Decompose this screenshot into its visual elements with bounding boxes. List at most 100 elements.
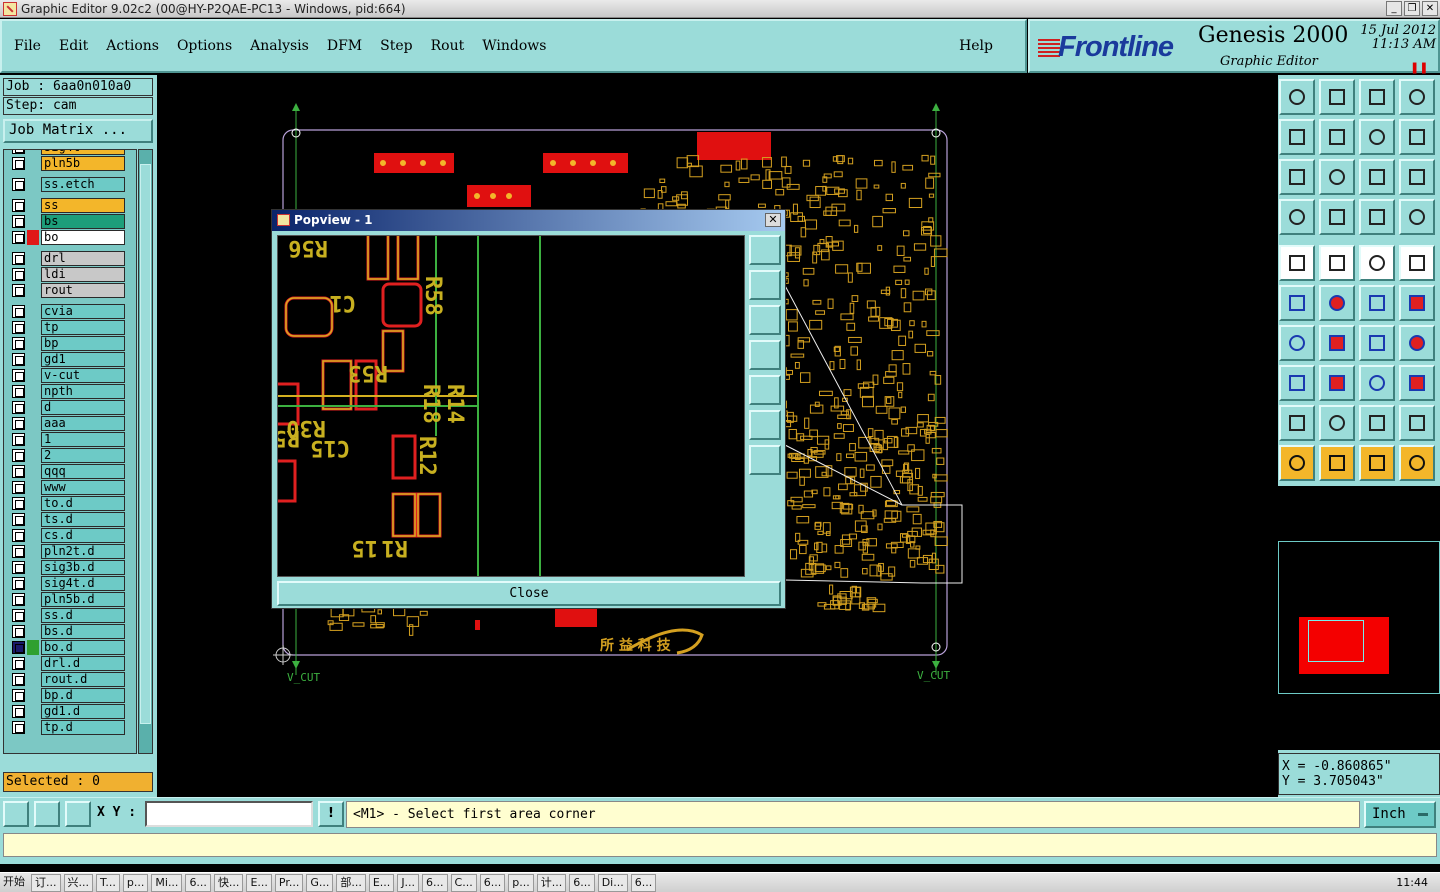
taskbar-item[interactable]: 6... bbox=[630, 873, 657, 892]
layer-row-gd1[interactable]: gd1 bbox=[4, 352, 136, 367]
layer-row-pln5b-d[interactable]: pln5b.d bbox=[4, 592, 136, 607]
pause-icon[interactable]: ❚❚ bbox=[1410, 61, 1428, 74]
zoom-fit-button[interactable] bbox=[1319, 79, 1355, 115]
layer-checkbox[interactable] bbox=[12, 215, 25, 228]
popview-pan-down-button[interactable] bbox=[749, 305, 781, 335]
a-arc-button[interactable] bbox=[1399, 405, 1435, 441]
layer-row-ts-d[interactable]: ts.d bbox=[4, 512, 136, 527]
layer-checkbox[interactable] bbox=[12, 369, 25, 382]
swap-button[interactable] bbox=[1359, 119, 1395, 155]
select-net-button[interactable] bbox=[1399, 445, 1435, 481]
layer-row-pln2t-d[interactable]: pln2t.d bbox=[4, 544, 136, 559]
taskbar-item[interactable]: 订... bbox=[31, 873, 61, 892]
slash-button[interactable] bbox=[1319, 325, 1355, 361]
layer-checkbox[interactable] bbox=[12, 268, 25, 281]
select-box-button[interactable] bbox=[1319, 445, 1355, 481]
scale-1-2-button[interactable] bbox=[1359, 159, 1395, 195]
layer-row-bp-d[interactable]: bp.d bbox=[4, 688, 136, 703]
menu-dfm[interactable]: DFM bbox=[327, 38, 362, 54]
a-button[interactable] bbox=[1319, 405, 1355, 441]
layer-row-aaa[interactable]: aaa bbox=[4, 416, 136, 431]
layer-row-qqq[interactable]: qqq bbox=[4, 464, 136, 479]
a-bold-button[interactable] bbox=[1359, 405, 1395, 441]
layer-checkbox[interactable] bbox=[12, 417, 25, 430]
triangle-button[interactable] bbox=[1279, 405, 1315, 441]
net-button[interactable] bbox=[1359, 199, 1395, 235]
menu-actions[interactable]: Actions bbox=[106, 38, 159, 54]
layer-checkbox[interactable] bbox=[12, 561, 25, 574]
popview-zoom-in-button[interactable] bbox=[749, 410, 781, 440]
taskbar-item[interactable]: 6... bbox=[569, 873, 595, 892]
split-button[interactable] bbox=[1399, 325, 1435, 361]
layer-row-www[interactable]: www bbox=[4, 480, 136, 495]
taskbar-item[interactable]: 6... bbox=[479, 873, 506, 892]
layer-checkbox[interactable] bbox=[12, 433, 25, 446]
layer-checkbox[interactable] bbox=[12, 593, 25, 606]
taskbar-item[interactable]: 快... bbox=[213, 873, 244, 892]
layer-checkbox[interactable] bbox=[12, 385, 25, 398]
layer-checkbox[interactable] bbox=[12, 721, 25, 734]
layer-checkbox[interactable] bbox=[12, 284, 25, 297]
layer-checkbox[interactable] bbox=[12, 465, 25, 478]
popview-canvas[interactable]: R56 C1 R58 R53 R56 C15 R30 R18 R14 R12 R… bbox=[277, 235, 745, 577]
layer-checkbox[interactable] bbox=[12, 353, 25, 366]
layer-checkbox[interactable] bbox=[12, 497, 25, 510]
layer-row-ss[interactable]: ss bbox=[4, 198, 136, 213]
layer-checkbox[interactable] bbox=[12, 199, 25, 212]
rotate-button[interactable] bbox=[1359, 325, 1395, 361]
layer-checkbox[interactable] bbox=[12, 545, 25, 558]
layer-checkbox[interactable] bbox=[12, 513, 25, 526]
popview-zoom-home-button[interactable] bbox=[749, 235, 781, 265]
popview-pan-left-button[interactable] bbox=[749, 340, 781, 370]
taskbar-item[interactable]: E... bbox=[368, 873, 395, 892]
layer-row-cs-d[interactable]: cs.d bbox=[4, 528, 136, 543]
menu-file[interactable]: File bbox=[14, 38, 41, 54]
layer-scrollbar[interactable] bbox=[138, 149, 153, 754]
taskbar-item[interactable]: C... bbox=[450, 873, 477, 892]
layer-row-rout[interactable]: rout bbox=[4, 283, 136, 298]
taskbar-item[interactable]: 计... bbox=[536, 873, 567, 892]
zoom-in-button[interactable] bbox=[1319, 159, 1355, 195]
zoom-home-button[interactable] bbox=[1279, 79, 1315, 115]
cross-button[interactable] bbox=[1319, 285, 1355, 321]
layer-checkbox[interactable] bbox=[12, 673, 25, 686]
pad-button[interactable] bbox=[1279, 365, 1315, 401]
layer-row-to-d[interactable]: to.d bbox=[4, 496, 136, 511]
taskbar-item[interactable]: p... bbox=[508, 873, 534, 892]
unit-select[interactable]: Inch bbox=[1364, 801, 1436, 828]
layer-row-drl[interactable]: drl bbox=[4, 251, 136, 266]
layer-row-tp-d[interactable]: tp.d bbox=[4, 720, 136, 735]
layer-checkbox[interactable] bbox=[12, 252, 25, 265]
grid-icon[interactable] bbox=[65, 801, 91, 827]
popview-close-icon[interactable]: ✕ bbox=[765, 213, 781, 227]
taskbar-item[interactable]: 6... bbox=[185, 873, 211, 892]
taskbar-item[interactable]: T... bbox=[96, 873, 120, 892]
popview-titlebar[interactable]: Popview - 1 ✕ bbox=[272, 210, 785, 231]
help-query-button[interactable] bbox=[1399, 159, 1435, 195]
layer-checkbox[interactable] bbox=[12, 689, 25, 702]
start-button[interactable]: 开始 bbox=[0, 874, 28, 892]
layer-row-bs-d[interactable]: bs.d bbox=[4, 624, 136, 639]
layer-checkbox[interactable] bbox=[12, 305, 25, 318]
menu-rout[interactable]: Rout bbox=[431, 38, 465, 54]
taskbar-item[interactable]: J... bbox=[397, 873, 420, 892]
layer-checkbox[interactable] bbox=[12, 150, 25, 154]
resize-button[interactable] bbox=[1359, 365, 1395, 401]
taskbar-item[interactable]: G... bbox=[306, 873, 334, 892]
layer-row-pln5b[interactable]: pln5b bbox=[4, 156, 136, 171]
reroute-button[interactable] bbox=[1399, 285, 1435, 321]
taskbar-item[interactable]: Di... bbox=[597, 873, 628, 892]
measure-tool-button[interactable] bbox=[1279, 199, 1315, 235]
menu-options[interactable]: Options bbox=[177, 38, 232, 54]
connect-button[interactable] bbox=[1279, 285, 1315, 321]
layer-checkbox[interactable] bbox=[12, 641, 25, 654]
layer-row-sig4t-d[interactable]: sig4t.d bbox=[4, 576, 136, 591]
probe-button[interactable] bbox=[1319, 199, 1355, 235]
layer-row-ss-d[interactable]: ss.d bbox=[4, 608, 136, 623]
arrow-draw-button[interactable] bbox=[1279, 245, 1315, 281]
layer-checkbox[interactable] bbox=[12, 337, 25, 350]
taskbar-item[interactable]: 部... bbox=[336, 873, 366, 892]
layer-row-d[interactable]: d bbox=[4, 400, 136, 415]
net-select-button[interactable] bbox=[1399, 199, 1435, 235]
layer-checkbox[interactable] bbox=[12, 577, 25, 590]
